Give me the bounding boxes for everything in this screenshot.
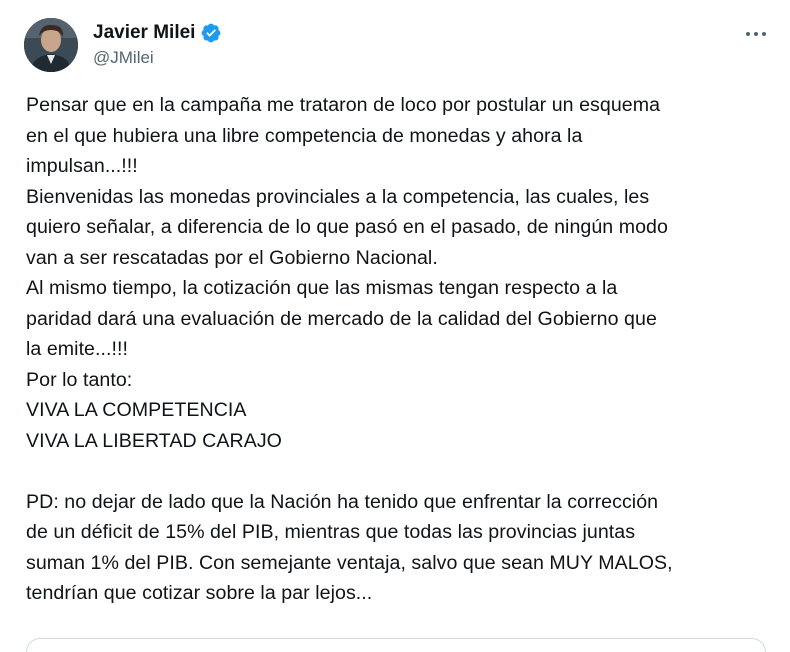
tweet-text-line: en el que hubiera una libre competencia … — [26, 124, 583, 147]
avatar[interactable] — [24, 18, 78, 72]
more-dot — [746, 32, 750, 36]
author-info: Javier Milei @JMilei — [93, 21, 222, 69]
tweet-text-line: Al mismo tiempo, la cotización que las m… — [26, 277, 618, 299]
tweet-text-line: van a ser rescatadas por el Gobierno Nac… — [26, 246, 438, 269]
tweet-text-line: tendrían que cotizar sobre la par lejos.… — [26, 582, 373, 604]
tweet-text-line: VIVA LA COMPETENCIA — [26, 399, 247, 421]
more-dot — [762, 32, 766, 36]
author-handle[interactable]: @JMilei — [93, 47, 222, 69]
author-display-name[interactable]: Javier Milei — [93, 21, 195, 45]
tweet-text-line: quiero señalar, a diferencia de lo que p… — [26, 216, 668, 238]
tweet-text-line: la emite...!!! — [26, 338, 128, 360]
tweet-text-line: Pensar que en la campaña me trataron de … — [26, 94, 661, 116]
tweet-text-line: VIVA LA LIBERTAD CARAJO — [26, 429, 282, 452]
avatar-image — [24, 18, 78, 72]
tweet-text-line — [26, 456, 776, 487]
more-dot — [754, 32, 758, 36]
verified-badge-icon[interactable] — [200, 22, 222, 44]
tweet-header: Javier Milei @JMilei — [24, 18, 770, 74]
tweet-text-line: paridad dará una evaluación de mercado d… — [26, 307, 657, 330]
tweet-card: Javier Milei @JMilei Pensar que en la ca… — [0, 0, 790, 652]
embedded-card-edge[interactable] — [26, 638, 766, 652]
tweet-text-line: de un déficit de 15% del PIB, mientras q… — [26, 521, 636, 543]
tweet-text-line: Por lo tanto: — [26, 368, 133, 391]
tweet-text-line: suman 1% del PIB. Con semejante ventaja,… — [26, 551, 673, 574]
tweet-text-line: PD: no dejar de lado que la Nación ha te… — [26, 490, 659, 513]
tweet-text-line: Bienvenidas las monedas provinciales a l… — [26, 185, 650, 208]
tweet-text: Pensar que en la campaña me trataron de … — [26, 90, 776, 609]
author-name-row: Javier Milei — [93, 21, 222, 45]
tweet-text-line: impulsan...!!! — [26, 155, 138, 177]
more-options-icon[interactable] — [742, 24, 770, 44]
